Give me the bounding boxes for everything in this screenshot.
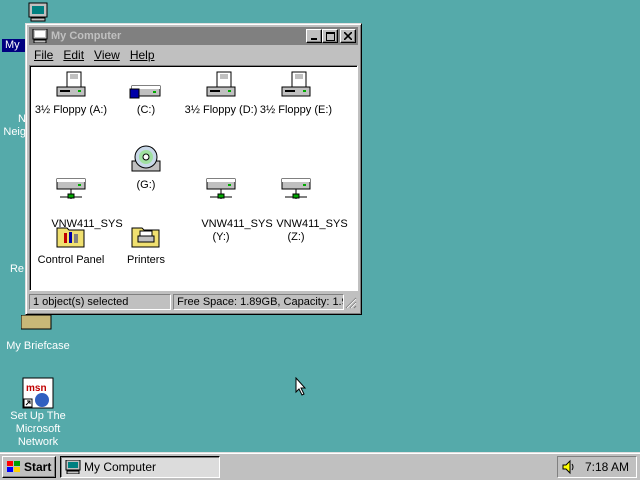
close-icon [344, 32, 352, 40]
menu-help-label: Help [129, 48, 155, 62]
hard-drive-icon [129, 85, 161, 99]
resize-grip-icon [345, 297, 357, 309]
menu-view[interactable]: View [89, 48, 125, 62]
printers-folder-icon [131, 227, 160, 248]
minimize-button[interactable] [306, 29, 322, 43]
title-bar[interactable]: My Computer [29, 27, 358, 45]
close-button[interactable] [340, 29, 356, 43]
menu-help[interactable]: Help [125, 48, 160, 62]
status-bar: 1 object(s) selected Free Space: 1.89GB,… [29, 294, 358, 312]
briefcase-icon [21, 315, 52, 330]
floppy-drive-icon [281, 71, 311, 97]
menu-edit-label: Edit [63, 48, 85, 62]
item-label: VNW411_SYS (Z:) [276, 218, 348, 243]
item-label: (G:) [136, 179, 156, 191]
windows-logo-icon [7, 461, 20, 472]
minimize-icon [311, 38, 317, 40]
taskbar-button-label: My Computer [84, 460, 157, 474]
maximize-icon [325, 31, 335, 41]
item-label: 3½ Floppy (E:) [259, 104, 333, 116]
desktop-icon-my-briefcase[interactable]: My Briefcase [0, 315, 76, 353]
menu-file-label: File [34, 48, 54, 62]
item-drive-c[interactable]: (C:) [108, 70, 184, 117]
network-drive-icon [56, 178, 86, 199]
item-floppy-a[interactable]: 3½ Floppy (A:) [33, 70, 109, 117]
desktop-icon-network-neighborhood[interactable]: N Neig [0, 113, 26, 139]
window-title: My Computer [51, 30, 122, 42]
computer-icon [32, 29, 48, 43]
my-computer-window[interactable]: My Computer File Edit View Help 3½ Flopp… [25, 23, 362, 315]
computer-icon [28, 2, 48, 22]
item-label: 3½ Floppy (A:) [34, 104, 108, 116]
item-control-panel[interactable]: Control Panel [33, 220, 109, 267]
desktop-icon-label: Re [9, 263, 24, 275]
item-floppy-e[interactable]: 3½ Floppy (E:) [258, 70, 334, 117]
start-button[interactable]: Start [2, 456, 56, 478]
maximize-button[interactable] [322, 29, 338, 43]
taskbar-button-my-computer[interactable]: My Computer [60, 456, 220, 478]
file-list[interactable]: 3½ Floppy (A:) (C:) 3½ Floppy (D:) 3½ Fl… [29, 65, 358, 291]
floppy-drive-icon [56, 71, 86, 97]
desktop-icon-recycle-bin[interactable]: Re [0, 263, 24, 276]
item-label: Printers [127, 254, 165, 266]
item-label: (C:) [136, 104, 156, 116]
menu-file[interactable]: File [29, 48, 58, 62]
item-floppy-d[interactable]: 3½ Floppy (D:) [183, 70, 259, 117]
item-label: 3½ Floppy (D:) [184, 104, 258, 116]
menu-edit[interactable]: Edit [58, 48, 89, 62]
msn-icon: msn [22, 377, 54, 409]
speaker-icon[interactable] [561, 459, 577, 475]
resize-grip[interactable] [344, 294, 358, 310]
status-space: Free Space: 1.89GB, Capacity: 1.9 [173, 294, 345, 310]
floppy-drive-icon [206, 71, 236, 97]
item-network-y[interactable]: VNW411_SYS (Y:) [183, 145, 273, 257]
mouse-cursor-icon [295, 377, 307, 396]
desktop-icon-my-computer[interactable]: My [0, 2, 48, 52]
desktop-icon-label: N Neig [3, 113, 26, 138]
desktop-icon-label: Set Up The Microsoft Network [10, 410, 66, 448]
computer-icon [65, 460, 81, 474]
menu-bar: File Edit View Help [29, 46, 358, 64]
clock[interactable]: 7:18 AM [585, 460, 629, 474]
item-printers[interactable]: Printers [108, 220, 184, 267]
taskbar: Start My Computer 7:18 AM [0, 452, 640, 480]
control-panel-folder-icon [56, 227, 85, 248]
desktop-icon-msn[interactable]: msn Set Up The Microsoft Network [0, 377, 76, 449]
network-drive-icon [206, 178, 236, 199]
desktop-icon-label: My Briefcase [6, 340, 70, 352]
item-cdrom-g[interactable]: (G:) [108, 145, 184, 192]
start-label: Start [24, 460, 52, 474]
item-network-z[interactable]: VNW411_SYS (Z:) [258, 145, 348, 257]
svg-text:msn: msn [26, 383, 47, 394]
status-selected: 1 object(s) selected [29, 294, 172, 310]
network-drive-icon [281, 178, 311, 199]
menu-view-label: View [94, 48, 120, 62]
desktop-icon-label: My [2, 39, 27, 52]
item-label: Control Panel [37, 254, 105, 266]
cd-rom-drive-icon [131, 145, 161, 172]
system-tray: 7:18 AM [557, 456, 637, 478]
